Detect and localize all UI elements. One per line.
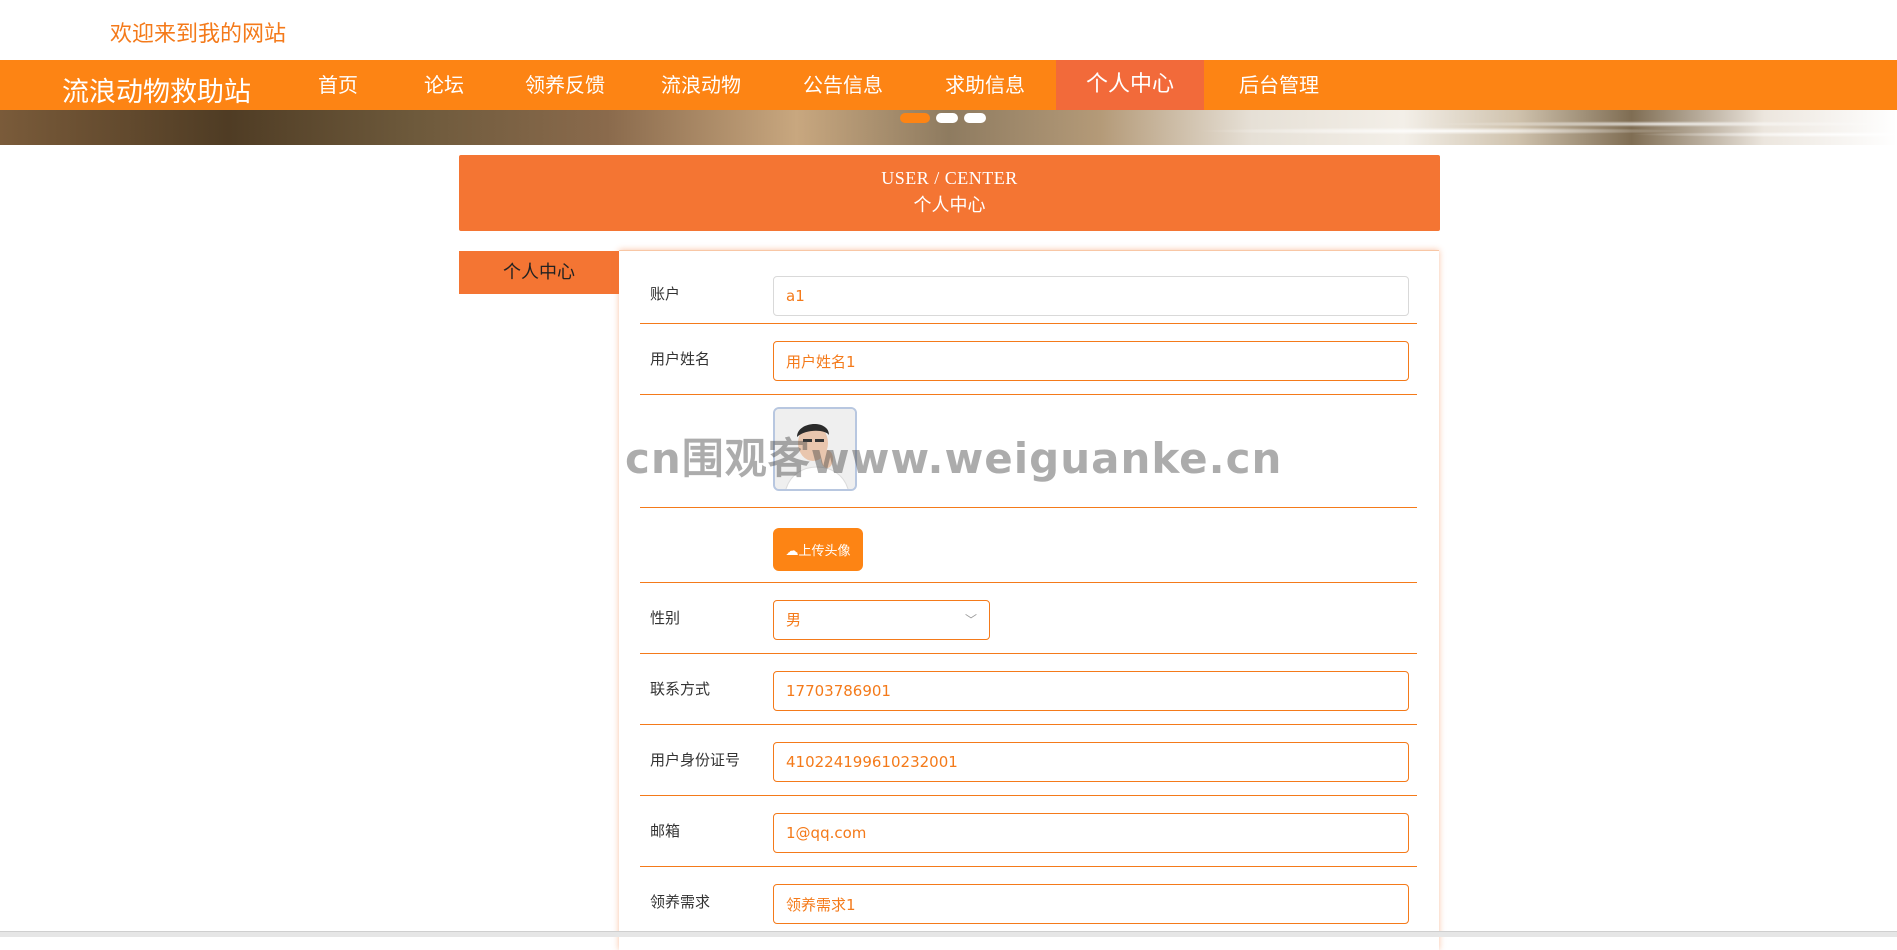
account-label: 账户 bbox=[650, 285, 681, 303]
nav-item-forum[interactable]: 论坛 bbox=[388, 60, 500, 110]
nav-item-admin[interactable]: 后台管理 bbox=[1204, 60, 1354, 110]
chevron-down-icon: ﹀ bbox=[964, 613, 977, 627]
email-label: 邮箱 bbox=[650, 822, 681, 840]
nav-item-help-requests[interactable]: 求助信息 bbox=[914, 60, 1056, 110]
username-label: 用户姓名 bbox=[650, 350, 711, 368]
id-number-input[interactable] bbox=[773, 742, 1409, 782]
avatar-image bbox=[773, 407, 857, 491]
upload-avatar-label: 上传头像 bbox=[798, 544, 851, 559]
nav-item-adoption-feedback[interactable]: 领养反馈 bbox=[500, 60, 630, 110]
form-row-adopt-need: 领养需求 bbox=[640, 867, 1417, 938]
form-row-id-number: 用户身份证号 bbox=[640, 725, 1417, 796]
phone-label: 联系方式 bbox=[650, 680, 711, 698]
user-center-header: USER / CENTER 个人中心 bbox=[459, 155, 1440, 231]
adopt-need-input[interactable] bbox=[773, 884, 1409, 924]
carousel-dot-2[interactable] bbox=[936, 113, 958, 123]
carousel-indicators bbox=[900, 113, 986, 123]
gender-label: 性别 bbox=[650, 609, 681, 627]
banner-carousel bbox=[0, 110, 1897, 145]
welcome-text: 欢迎来到我的网站 bbox=[110, 22, 287, 47]
site-brand[interactable]: 流浪动物救助站 bbox=[62, 70, 251, 109]
main-nav: 流浪动物救助站 首页 论坛 领养反馈 流浪动物 公告信息 求助信息 个人中心 后… bbox=[0, 60, 1897, 110]
adopt-need-label: 领养需求 bbox=[650, 893, 711, 911]
form-row-email: 邮箱 bbox=[640, 796, 1417, 867]
header-title-en: USER / CENTER bbox=[881, 168, 1018, 188]
profile-form: 账户 用户姓名 ☁上传头像 性别 男 ﹀ bbox=[619, 250, 1439, 950]
horizontal-scrollbar[interactable] bbox=[0, 931, 1897, 937]
gender-select[interactable]: 男 ﹀ bbox=[773, 600, 990, 640]
id-number-label: 用户身份证号 bbox=[650, 751, 741, 769]
nav-item-stray-animals[interactable]: 流浪动物 bbox=[630, 60, 772, 110]
form-row-phone: 联系方式 bbox=[640, 654, 1417, 725]
sidebar-tab-user-center[interactable]: 个人中心 bbox=[459, 251, 619, 294]
form-row-avatar bbox=[640, 395, 1417, 508]
nav-item-home[interactable]: 首页 bbox=[288, 60, 388, 110]
nav-item-user-center[interactable]: 个人中心 bbox=[1056, 60, 1204, 110]
nav-items: 首页 论坛 领养反馈 流浪动物 公告信息 求助信息 个人中心 后台管理 bbox=[288, 60, 1354, 110]
top-bar: 欢迎来到我的网站 bbox=[0, 0, 1897, 60]
form-row-account: 账户 bbox=[640, 271, 1417, 324]
carousel-dot-1[interactable] bbox=[900, 113, 930, 123]
header-title-cn: 个人中心 bbox=[913, 195, 986, 216]
carousel-dot-3[interactable] bbox=[964, 113, 986, 123]
account-input[interactable] bbox=[773, 276, 1409, 316]
upload-cloud-icon: ☁ bbox=[785, 544, 799, 559]
form-row-upload: ☁上传头像 bbox=[640, 508, 1417, 583]
username-input[interactable] bbox=[773, 341, 1409, 381]
email-input[interactable] bbox=[773, 813, 1409, 853]
form-row-gender: 性别 男 ﹀ bbox=[640, 583, 1417, 654]
gender-selected-value: 男 bbox=[786, 611, 802, 629]
phone-input[interactable] bbox=[773, 671, 1409, 711]
form-row-username: 用户姓名 bbox=[640, 324, 1417, 395]
avatar-person-icon bbox=[775, 409, 855, 489]
nav-item-announcements[interactable]: 公告信息 bbox=[772, 60, 914, 110]
upload-avatar-button[interactable]: ☁上传头像 bbox=[773, 528, 863, 571]
